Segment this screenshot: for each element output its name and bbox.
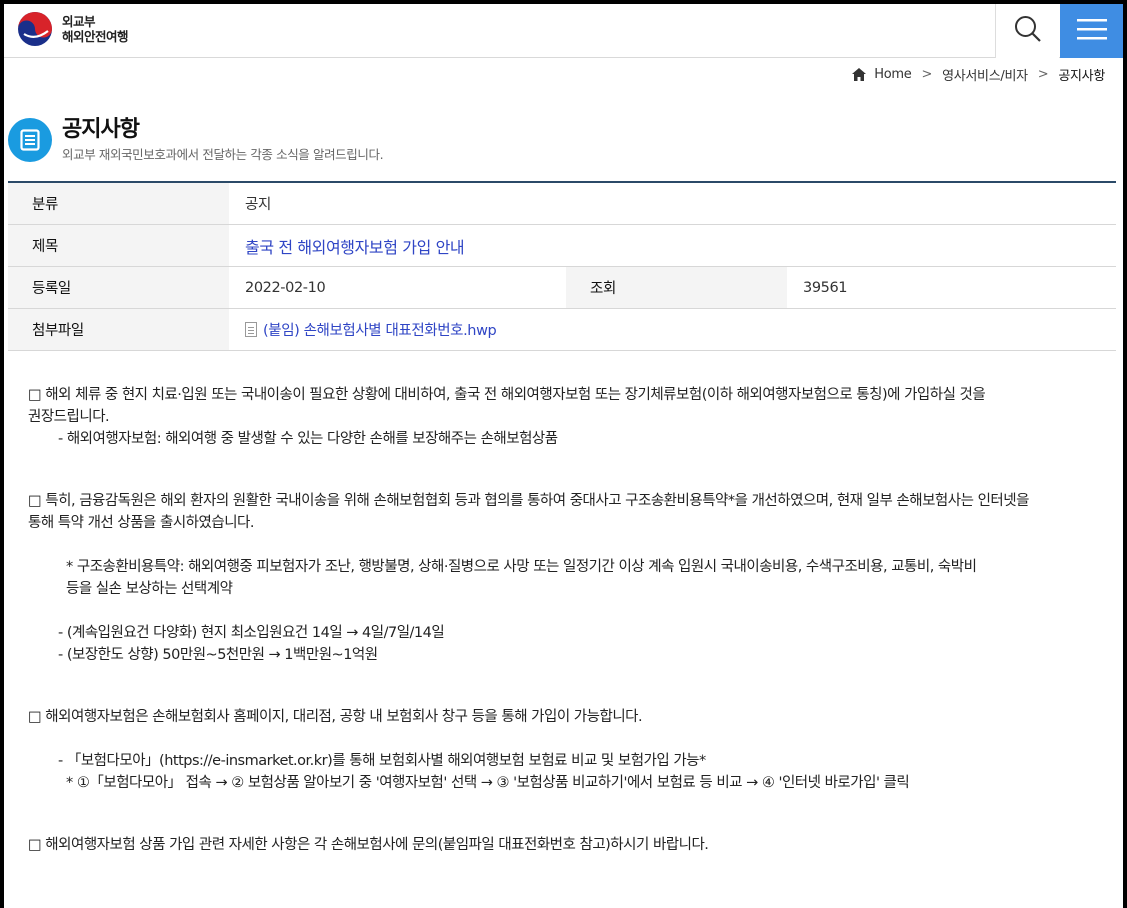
hamburger-icon: [1076, 17, 1107, 45]
content-paragraph: □ 해외여행자보험 상품 가입 관련 자세한 사항은 각 손해보험사에 문의(붙…: [28, 837, 709, 853]
date-value: 2022-02-10: [245, 279, 326, 296]
notice-content: □ 해외 체류 중 현지 치료·입원 또는 국내이송이 필요한 상황에 대비하여…: [28, 384, 1108, 856]
chevron-right-icon: >: [921, 66, 933, 82]
search-button[interactable]: [995, 4, 1059, 58]
breadcrumb-level1[interactable]: 영사서비스/비자: [942, 65, 1028, 84]
views-value: 39561: [803, 279, 848, 296]
category-label: 분류: [8, 183, 229, 224]
notice-info-table: 분류 공지 제목 출국 전 해외여행자보험 가입 안내 등록일 2022-02-…: [8, 181, 1116, 351]
content-paragraph: □ 특히, 금융감독원은 해외 환자의 원활한 국내이송을 위해 손해보험협회 …: [28, 493, 1029, 509]
content-paragraph: - (계속입원요건 다양화) 현지 최소입원요건 14일 → 4일/7일/14일: [58, 625, 445, 641]
subject-label: 제목: [8, 225, 229, 266]
page-frame: 외교부 해외안전여행 Home > 영사서비스/비자 > 공지사항 공지사항 외…: [4, 4, 1123, 908]
breadcrumb-home[interactable]: Home: [874, 67, 912, 82]
subject-value: 출국 전 해외여행자보험 가입 안내: [245, 237, 465, 257]
attachment-cell: (붙임) 손해보험사별 대표전화번호.hwp: [229, 309, 1116, 350]
logo-line2: 해외안전여행: [62, 29, 129, 44]
chevron-right-icon: >: [1037, 66, 1049, 82]
content-paragraph: - 「보험다모아」(https://e-insmarket.or.kr)를 통해…: [58, 753, 706, 769]
info-row-subject: 제목 출국 전 해외여행자보험 가입 안내: [8, 225, 1116, 267]
content-paragraph: * 구조송환비용특약: 해외여행중 피보험자가 조난, 행방불명, 상해·질병으…: [66, 559, 977, 575]
menu-button[interactable]: [1060, 4, 1123, 58]
info-row-date: 등록일 2022-02-10 조회 39561: [8, 267, 1116, 309]
content-paragraph: 통해 특약 개선 상품을 출시하였습니다.: [28, 515, 254, 531]
file-icon: [245, 322, 257, 337]
logo-line1: 외교부: [62, 14, 96, 29]
site-header: 외교부 해외안전여행: [4, 4, 1123, 58]
content-paragraph: - (보장한도 상향) 50만원~5천만원 → 1백만원~1억원: [58, 647, 378, 663]
date-label: 등록일: [8, 267, 229, 308]
attachment-label: 첨부파일: [8, 309, 229, 350]
content-paragraph: - 해외여행자보험: 해외여행 중 발생할 수 있는 다양한 손해를 보장해주는…: [58, 431, 558, 447]
content-paragraph: □ 해외여행자보험은 손해보험회사 홈페이지, 대리점, 공항 내 보험회사 창…: [28, 709, 643, 725]
content-paragraph: 등을 실손 보상하는 선택계약: [66, 581, 233, 597]
info-row-category: 분류 공지: [8, 183, 1116, 225]
content-paragraph: 권장드립니다.: [28, 409, 110, 425]
attachment-link[interactable]: (붙임) 손해보험사별 대표전화번호.hwp: [263, 319, 497, 340]
views-label: 조회: [566, 267, 787, 308]
taegeuk-logo-icon: [16, 10, 54, 48]
breadcrumb-current: 공지사항: [1058, 68, 1105, 84]
breadcrumb: Home > 영사서비스/비자 > 공지사항: [852, 64, 1105, 84]
info-row-attachment: 첨부파일 (붙임) 손해보험사별 대표전화번호.hwp: [8, 309, 1116, 351]
site-logo[interactable]: 외교부 해외안전여행: [16, 10, 129, 48]
notice-board-icon: [8, 118, 52, 162]
search-icon: [1013, 14, 1043, 48]
page-subtitle: 외교부 재외국민보호과에서 전달하는 각종 소식을 알려드립니다.: [62, 147, 384, 162]
home-icon[interactable]: [852, 67, 867, 81]
page-title: 공지사항: [62, 117, 140, 142]
content-paragraph: □ 해외 체류 중 현지 치료·입원 또는 국내이송이 필요한 상황에 대비하여…: [28, 387, 986, 403]
category-value: 공지: [245, 197, 271, 213]
content-paragraph: * ①「보험다모아」 접속 → ② 보험상품 알아보기 중 '여행자보험' 선택…: [66, 775, 910, 791]
